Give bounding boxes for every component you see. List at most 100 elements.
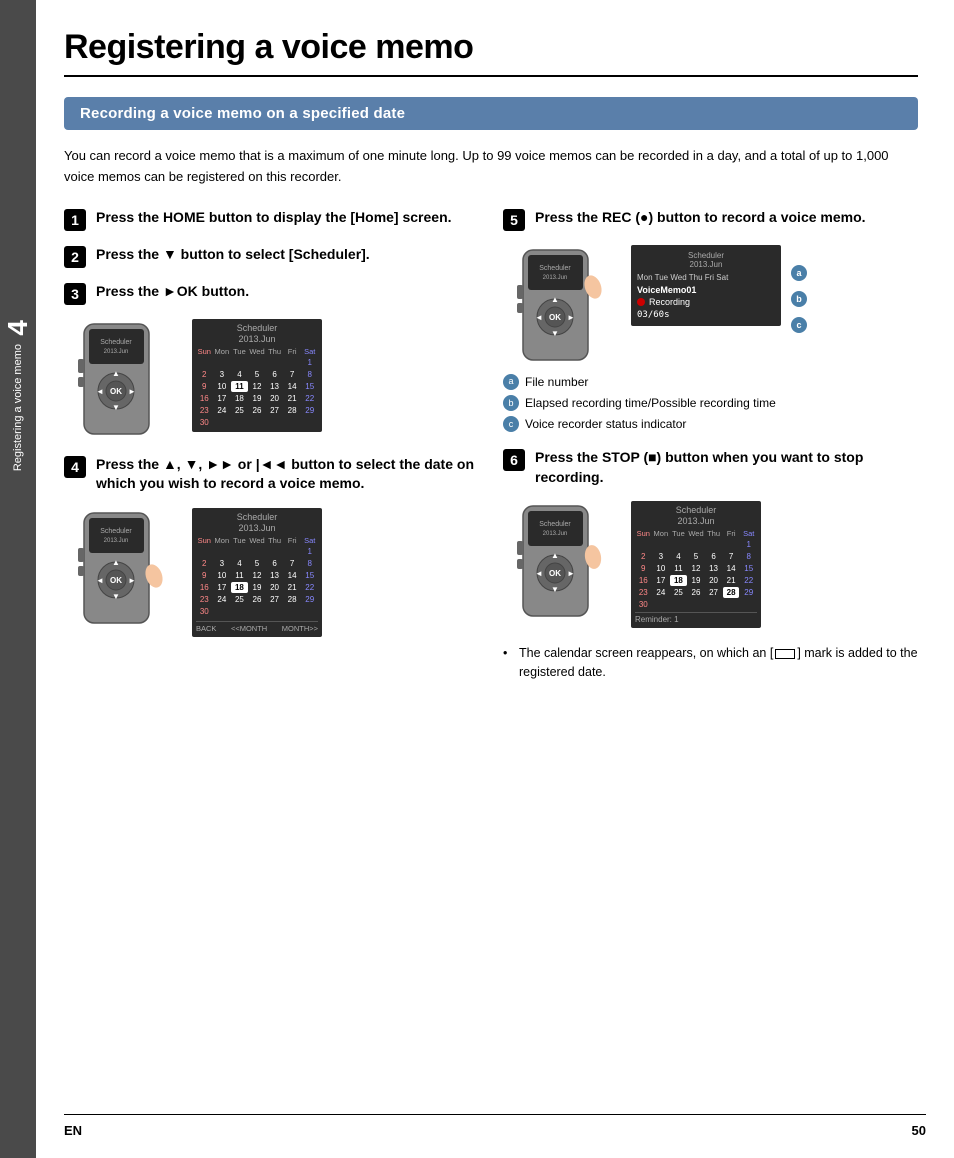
cal-cell [249, 546, 266, 557]
cal-cell: 19 [249, 582, 266, 593]
cal-cell: 29 [301, 594, 318, 605]
cal-cell: 18 [231, 393, 248, 404]
rec-header: Mon Tue Wed Thu Fri Sat [637, 273, 775, 282]
cal-cell: 29 [740, 587, 757, 598]
cal-cell: 12 [688, 563, 705, 574]
cal-cell: 8 [301, 558, 318, 569]
cal-cell: 20 [266, 393, 283, 404]
step-3-text: Press the ►OK button. [96, 282, 249, 302]
annotation-badge-c: c [503, 416, 519, 432]
rec-title: Scheduler [637, 251, 775, 260]
cal-title-s3: Scheduler [196, 323, 318, 333]
cal-grid-s4: Sun Mon Tue Wed Thu Fri Sat [196, 536, 318, 617]
cal-cell [284, 606, 301, 617]
label-c-badge: c [791, 317, 807, 333]
cal-cell: 15 [301, 381, 318, 392]
cal-cell: 1 [740, 539, 757, 550]
cal-cell: 29 [301, 405, 318, 416]
cal-h: Wed [688, 529, 705, 538]
svg-text:►: ► [567, 569, 575, 578]
svg-text:Scheduler: Scheduler [100, 528, 132, 535]
step-2: 2 Press the ▼ button to select [Schedule… [64, 245, 479, 268]
right-column: 5 Press the REC (●) button to record a v… [503, 208, 918, 682]
cal-cell [723, 539, 740, 550]
chapter-number: 4 [2, 320, 34, 336]
device-svg-step4: Scheduler 2013.Jun OK ▲ ▼ ◄ ► [64, 508, 184, 628]
annotation-badge-a: a [503, 374, 519, 390]
cal-h: Sun [635, 529, 652, 538]
cal-cell: 3 [214, 558, 231, 569]
cal-header-tue: Tue [231, 347, 248, 356]
cal-cell: 11 [231, 570, 248, 581]
cal-cell: 26 [688, 587, 705, 598]
cal-cell [705, 599, 722, 610]
cal-h: Tue [231, 536, 248, 545]
cal-cell [214, 357, 231, 368]
rec-date: 2013.Jun [637, 260, 775, 269]
device-image-step3: Scheduler 2013.Jun OK ▲ ▼ ◄ ► [64, 319, 184, 439]
svg-text:▼: ▼ [112, 592, 120, 601]
cal-cell [301, 417, 318, 428]
cal-cell [214, 417, 231, 428]
svg-text:▲: ▲ [112, 369, 120, 378]
cal-cell: 2 [196, 558, 213, 569]
annotation-c-text: Voice recorder status indicator [525, 415, 686, 434]
svg-text:▼: ▼ [112, 403, 120, 412]
label-b-badge: b [791, 291, 807, 307]
cal-h: Wed [249, 536, 266, 545]
cal-date-s6: 2013.Jun [635, 516, 757, 526]
step-number-2: 2 [64, 246, 86, 268]
cal-cell: 17 [653, 575, 670, 586]
cal-cell: 9 [196, 570, 213, 581]
svg-text:◄: ◄ [535, 313, 543, 322]
cal-cell: 9 [635, 563, 652, 574]
cal-cell [284, 546, 301, 557]
cal-cell [670, 539, 687, 550]
rec-label: Recording [649, 297, 690, 307]
rec-status-row: Recording [637, 297, 775, 307]
cal-cell: 22 [740, 575, 757, 586]
cal-cell [301, 606, 318, 617]
cal-cell [231, 417, 248, 428]
svg-text:2013.Jun: 2013.Jun [104, 349, 129, 355]
cal-cell: 13 [266, 570, 283, 581]
step-5-text: Press the REC (●) button to record a voi… [535, 208, 866, 228]
svg-text:OK: OK [549, 569, 561, 578]
cal-cell: 4 [231, 369, 248, 380]
cal-cell: 19 [688, 575, 705, 586]
cal-footer: BACK <<MONTH MONTH>> [196, 621, 318, 633]
cal-cell [249, 606, 266, 617]
step-number-5: 5 [503, 209, 525, 231]
svg-text:OK: OK [110, 387, 122, 396]
cal-back: BACK [196, 624, 216, 633]
cal-title-s6: Scheduler [635, 505, 757, 515]
cal-header-sun: Sun [196, 347, 213, 356]
cal-cell: 10 [653, 563, 670, 574]
svg-text:◄: ◄ [96, 576, 104, 585]
step6-illustration: Scheduler 2013.Jun OK ▲ ▼ ◄ ► [503, 501, 918, 628]
cal-cell [653, 599, 670, 610]
cal-cell: 6 [266, 369, 283, 380]
cal-header-thu: Thu [266, 347, 283, 356]
cal-cell [231, 546, 248, 557]
cal-cell: 26 [249, 405, 266, 416]
cal-date-s4: 2013.Jun [196, 523, 318, 533]
step-6: 6 Press the STOP (■) button when you wan… [503, 448, 918, 487]
cal-cell [284, 357, 301, 368]
svg-text:OK: OK [549, 313, 561, 322]
svg-text:►: ► [567, 313, 575, 322]
cal-date-s3: 2013.Jun [196, 334, 318, 344]
svg-text:2013.Jun: 2013.Jun [104, 538, 129, 544]
cal-cell [196, 357, 213, 368]
rec-dot [637, 298, 645, 306]
cal-cell: 16 [196, 393, 213, 404]
cal-cell: 12 [249, 381, 266, 392]
cal-cell: 10 [214, 570, 231, 581]
cal-cell-highlight: 18 [231, 582, 248, 593]
cal-h: Thu [266, 536, 283, 545]
cal-cell: 17 [214, 582, 231, 593]
step5-illustration: Scheduler 2013.Jun OK ▲ ▼ ◄ ► [503, 245, 918, 365]
cal-cell: 12 [249, 570, 266, 581]
cal-header-mon: Mon [214, 347, 231, 356]
recording-screen: Scheduler 2013.Jun Mon Tue Wed Thu Fri S… [631, 245, 781, 326]
